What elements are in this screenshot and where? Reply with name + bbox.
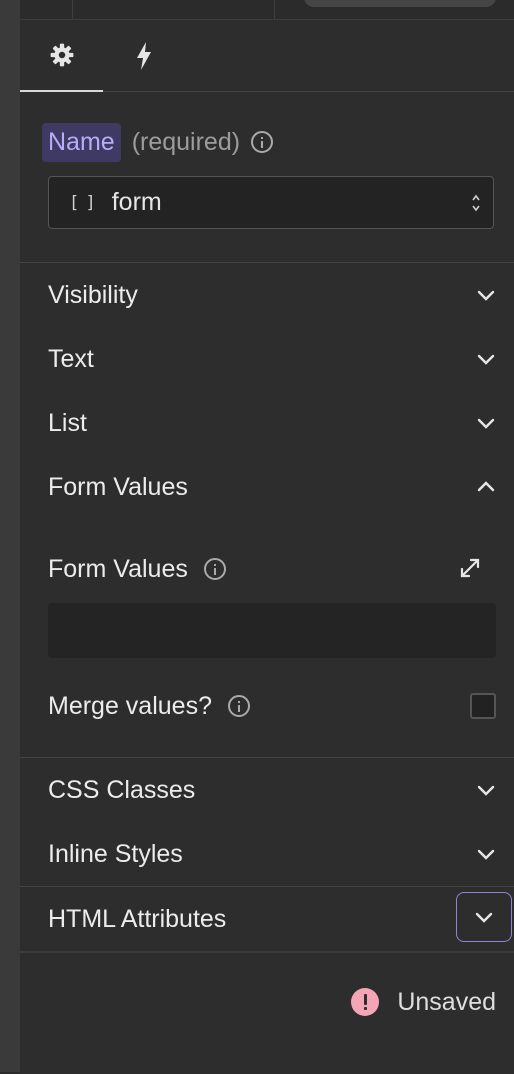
name-label: Name	[42, 122, 121, 162]
form-values-input[interactable]	[48, 603, 496, 658]
tab-interactions[interactable]	[120, 20, 168, 91]
html-attributes-toggle-button[interactable]	[456, 892, 512, 942]
chevron-down-icon	[477, 418, 495, 429]
section-visibility[interactable]: Visibility	[20, 263, 514, 328]
merge-values-label: Merge values?	[48, 691, 212, 720]
stepper-icon	[472, 194, 480, 212]
tab-settings[interactable]	[20, 20, 103, 92]
section-css-classes[interactable]: CSS Classes	[20, 758, 514, 823]
name-section: Name (required) [ ] form	[20, 92, 514, 263]
name-value: form	[111, 188, 162, 216]
section-html-attributes[interactable]: HTML Attributes	[20, 887, 514, 952]
info-icon[interactable]	[227, 695, 250, 717]
status-text: Unsaved	[397, 987, 496, 1016]
chevron-down-icon	[475, 912, 493, 923]
top-divider	[72, 0, 73, 19]
form-values-label-row: Form Values	[48, 555, 226, 583]
top-divider	[274, 0, 275, 19]
section-list[interactable]: List	[20, 391, 514, 456]
lightning-icon	[137, 41, 151, 70]
section-label: HTML Attributes	[48, 905, 227, 933]
required-label: (required)	[131, 127, 241, 156]
section-label: List	[48, 409, 87, 437]
section-text[interactable]: Text	[20, 327, 514, 392]
merge-values-label-row: Merge values?	[48, 692, 250, 720]
chevron-down-icon	[477, 354, 495, 365]
merge-values-checkbox[interactable]	[470, 693, 496, 719]
section-label: Text	[48, 345, 94, 373]
tab-bar	[20, 20, 514, 92]
section-label: Inline Styles	[48, 840, 183, 868]
section-form-values[interactable]: Form Values	[20, 455, 514, 520]
expand-icon[interactable]	[458, 556, 482, 580]
brackets-icon: [ ]	[69, 192, 96, 213]
form-values-label: Form Values	[48, 554, 188, 583]
section-inline-styles[interactable]: Inline Styles	[20, 822, 514, 887]
chevron-down-icon	[477, 785, 495, 796]
chevron-down-icon	[477, 849, 495, 860]
section-label: CSS Classes	[48, 776, 196, 804]
section-label: Visibility	[48, 281, 138, 309]
footer-bar: Unsaved	[20, 951, 514, 1074]
section-label: Form Values	[48, 473, 188, 501]
alert-icon	[351, 988, 380, 1016]
left-strip	[0, 0, 20, 1072]
chevron-up-icon	[477, 481, 495, 492]
info-icon[interactable]	[251, 131, 274, 153]
info-icon[interactable]	[203, 558, 226, 580]
top-bar	[20, 0, 514, 20]
form-values-body: Form Values Merge values?	[20, 519, 514, 758]
gear-icon	[50, 43, 73, 67]
inspector-panel: Name (required) [ ] form Visibility Text…	[20, 20, 514, 1074]
name-select[interactable]: [ ] form	[48, 176, 494, 229]
top-search-pill[interactable]	[304, 0, 496, 7]
name-label-row: Name (required)	[42, 122, 274, 162]
status-badge: Unsaved	[351, 985, 496, 1019]
chevron-down-icon	[477, 290, 495, 301]
